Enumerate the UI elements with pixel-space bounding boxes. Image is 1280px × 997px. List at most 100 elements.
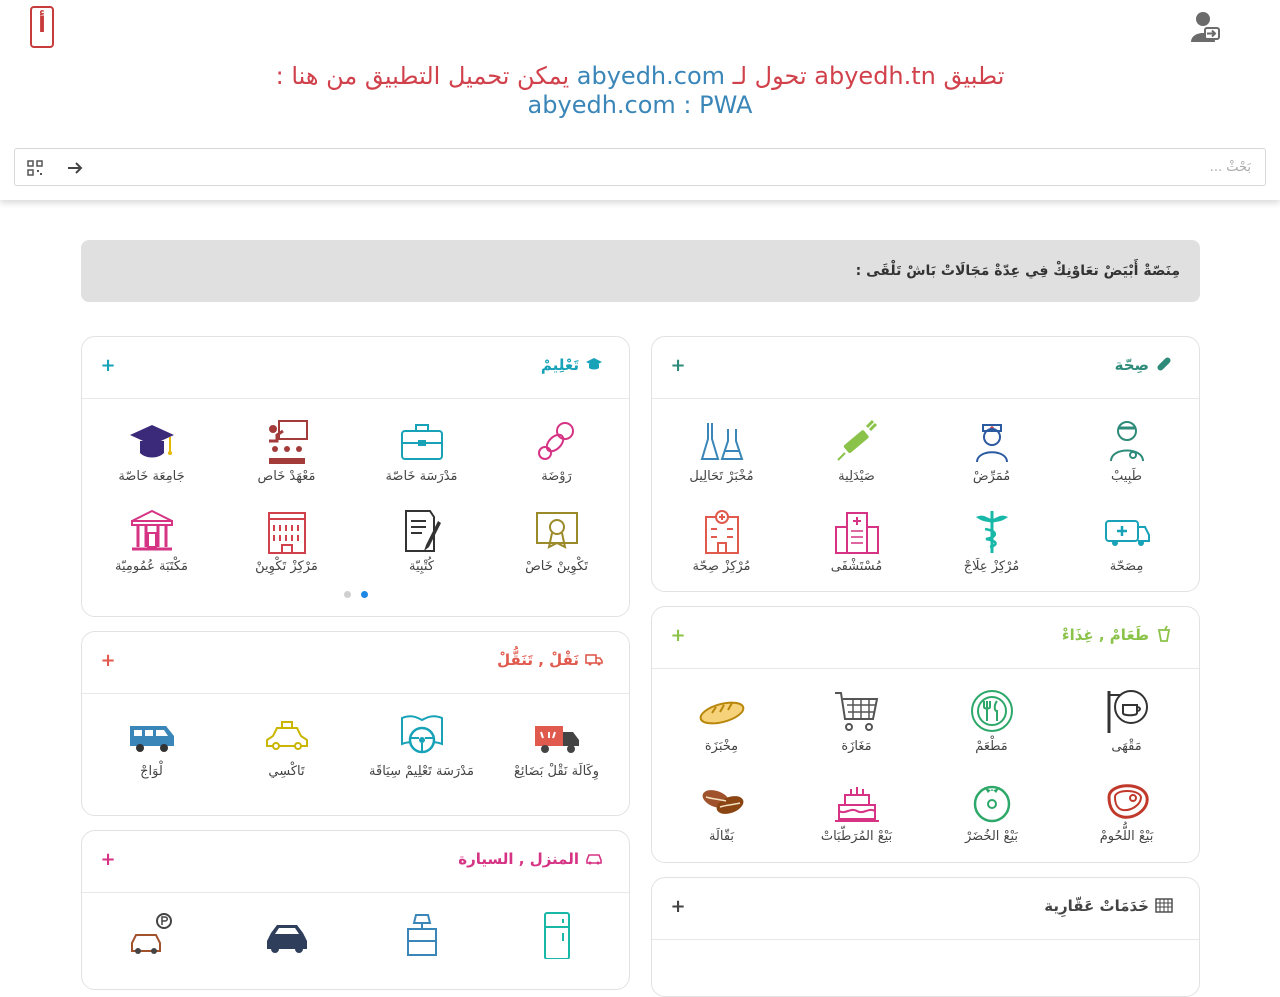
grid-item-private-school[interactable]: مَدْرَسَة خَاصّة: [354, 417, 489, 486]
grid-item-butcher[interactable]: بَيْعْ اللُّحُومْ: [1059, 777, 1194, 846]
classroom-icon: [268, 420, 308, 464]
steak-icon: [1106, 784, 1149, 819]
grid-item-grocery[interactable]: بَقّالَة: [654, 777, 789, 846]
grid-item-restaurant[interactable]: مَطْعَمْ: [924, 687, 1059, 756]
cargo-truck-icon: [534, 726, 579, 753]
card-home-expand-button[interactable]: +: [100, 849, 116, 871]
intro-text: مِنَصّةْ أَبْيَضْ تعَاوْنِكْ فِي عِدّةْ …: [855, 263, 1180, 279]
carousel-dot-1[interactable]: [360, 591, 368, 598]
carousel-dot-2[interactable]: [343, 591, 351, 598]
card-transport-expand-button[interactable]: +: [100, 650, 116, 672]
banner-text-2: يمكن تحميل التطبيق من هنا :: [275, 62, 570, 90]
ambulance-icon: [1104, 520, 1150, 546]
grid-item-lab[interactable]: مُخْبَرْ تَحَالِيل: [654, 417, 789, 486]
nurse-icon: [975, 424, 1008, 463]
grid-item-clinic[interactable]: مِصَحّة: [1059, 507, 1194, 576]
card-food-title[interactable]: طَعَامْ , غِذَاءْ: [1062, 625, 1173, 644]
grid-item-treatment-center[interactable]: مُرْكِزْ عِلَاجْ: [924, 507, 1059, 576]
grocery-icon: [702, 790, 743, 814]
user-login-icon[interactable]: [1190, 10, 1222, 44]
shopping-cart-icon: [834, 692, 878, 731]
graduation-cap-icon: [586, 358, 602, 370]
card-transport-header: نَقْلْ , تَنَقُّلْ +: [82, 632, 629, 694]
grid-item-driving-school[interactable]: مَدْرَسَة تَعْلِيمْ سِيَاقَة: [354, 712, 489, 781]
grid-item-furniture[interactable]: [354, 911, 489, 959]
card-health-title[interactable]: صِحّة: [1115, 355, 1173, 374]
sedan-icon: [266, 925, 307, 953]
grid-item-bookstore[interactable]: كُتْبِيّة: [354, 507, 489, 576]
top-header: أ تطبيق abyedh.tn تحول لـ abyedh.com يمك…: [0, 0, 1280, 200]
card-health: صِحّة + طَبِيبْ مُمَرِّضْ صَيْدَلِية مُخ…: [651, 336, 1200, 592]
certificate-icon: [535, 512, 578, 549]
card-transport-title[interactable]: نَقْلْ , تَنَقُّلْ: [497, 650, 603, 669]
card-health-header: صِحّة +: [652, 337, 1199, 399]
search-input[interactable]: [111, 155, 1251, 179]
grid-item-greengrocer[interactable]: بَيْعْ الخُضَرْ: [924, 777, 1059, 846]
pill-icon: [1157, 357, 1171, 371]
grid-item-nurse[interactable]: مُمَرِّضْ: [924, 417, 1059, 486]
carousel-dots: [82, 583, 629, 602]
arrow-right-icon[interactable]: [65, 158, 85, 178]
grid-item-pastry[interactable]: بَيْعْ المُرَطّبَاتْ: [789, 777, 924, 846]
car-icon: [586, 854, 602, 865]
grid-item-kindergarten[interactable]: رَوْضَة: [489, 417, 624, 486]
intro-box: مِنَصّةْ أَبْيَضْ تعَاوْنِكْ فِي عِدّةْ …: [81, 240, 1200, 302]
card-realestate-header: خَدَمَاتْ عَقّارِية +: [652, 878, 1199, 940]
grid-item-public-library[interactable]: مَكْتَبَة عُمُومِيّة: [84, 507, 219, 576]
app-logo[interactable]: أ: [30, 6, 54, 48]
pwa-link[interactable]: abyedh.com : PWA: [0, 91, 1280, 120]
qr-code-icon[interactable]: [27, 160, 43, 176]
parking-icon: [130, 913, 172, 954]
grid-item-private-training[interactable]: تَكْوِينْ خَاصْ: [489, 507, 624, 576]
grid-item-freight-agency[interactable]: وِكَالَة نَقْلْ بَضَائِعْ: [489, 712, 624, 781]
card-transport: نَقْلْ , تَنَقُّلْ + وِكَالَة نَقْلْ بَض…: [81, 631, 630, 816]
pacifier-icon: [537, 422, 574, 460]
grid-item-parking[interactable]: [84, 911, 219, 959]
doctor-icon: [1109, 421, 1144, 462]
restaurant-plate-icon: [970, 690, 1013, 732]
grid-item-taxi[interactable]: تَاكْسِي: [219, 712, 354, 781]
fridge-icon: [543, 912, 570, 959]
cake-icon: [834, 787, 879, 822]
bread-icon: [699, 701, 744, 725]
grid-item-hospital[interactable]: مُسْتَشْفَى: [789, 507, 924, 576]
grid-item-training-center[interactable]: مَرْكِزْ تَكْوِينْ: [219, 507, 354, 576]
cup-icon: [1157, 625, 1171, 642]
card-education: تَعْلِيمْ + رَوْضَة مَدْرَسَة خَاصّة مَع…: [81, 336, 630, 617]
van-icon: [129, 726, 174, 752]
syringe-icon: [836, 419, 877, 461]
grid-item-health-center[interactable]: مُرْكِزْ صِحّة: [654, 507, 789, 576]
card-education-title[interactable]: تَعْلِيمْ: [541, 355, 603, 374]
card-health-expand-button[interactable]: +: [670, 355, 686, 377]
search-bar: [14, 148, 1266, 186]
training-building-icon: [267, 512, 306, 554]
card-education-expand-button[interactable]: +: [100, 355, 116, 377]
library-icon: [130, 509, 173, 551]
grid-item-appliance[interactable]: [489, 911, 624, 959]
steering-wheel-icon: [400, 715, 443, 754]
truck-icon: [585, 654, 603, 666]
card-real-estate: خَدَمَاتْ عَقّارِية +: [651, 877, 1200, 997]
card-education-header: تَعْلِيمْ +: [82, 337, 629, 399]
grid-item-louage[interactable]: لْوَاجْ: [84, 712, 219, 781]
card-realestate-expand-button[interactable]: +: [670, 896, 686, 918]
notebook-pen-icon: [404, 510, 441, 552]
grid-item-bakery[interactable]: مِخْبَزَة: [654, 687, 789, 756]
migration-banner: تطبيق abyedh.tn تحول لـ abyedh.com يمكن …: [0, 62, 1280, 120]
grid-item-store[interactable]: مَغَازَة: [789, 687, 924, 756]
grid-item-cafe[interactable]: مَقْهَى: [1059, 687, 1194, 756]
grid-item-pharmacy[interactable]: صَيْدَلِية: [789, 417, 924, 486]
grid-item-doctor[interactable]: طَبِيبْ: [1059, 417, 1194, 486]
caduceus-icon: [975, 511, 1008, 553]
grid-item-private-university[interactable]: جَامِعَة خَاصّة: [84, 417, 219, 486]
card-food: طَعَامْ , غِذَاءْ + مَقْهَى مَطْعَمْ مَغ…: [651, 606, 1200, 863]
card-food-header: طَعَامْ , غِذَاءْ +: [652, 607, 1199, 669]
grid-item-car-rental[interactable]: [219, 911, 354, 959]
card-home-car: المنزل , السيارة +: [81, 830, 630, 990]
grid-item-private-institute[interactable]: مَعْهَدْ خَاص: [219, 417, 354, 486]
banner-link[interactable]: abyedh.com: [577, 62, 725, 90]
card-realestate-title[interactable]: خَدَمَاتْ عَقّارِية: [1044, 896, 1173, 915]
card-food-expand-button[interactable]: +: [670, 625, 686, 647]
taxi-icon: [265, 721, 308, 750]
card-home-title[interactable]: المنزل , السيارة: [458, 849, 603, 868]
